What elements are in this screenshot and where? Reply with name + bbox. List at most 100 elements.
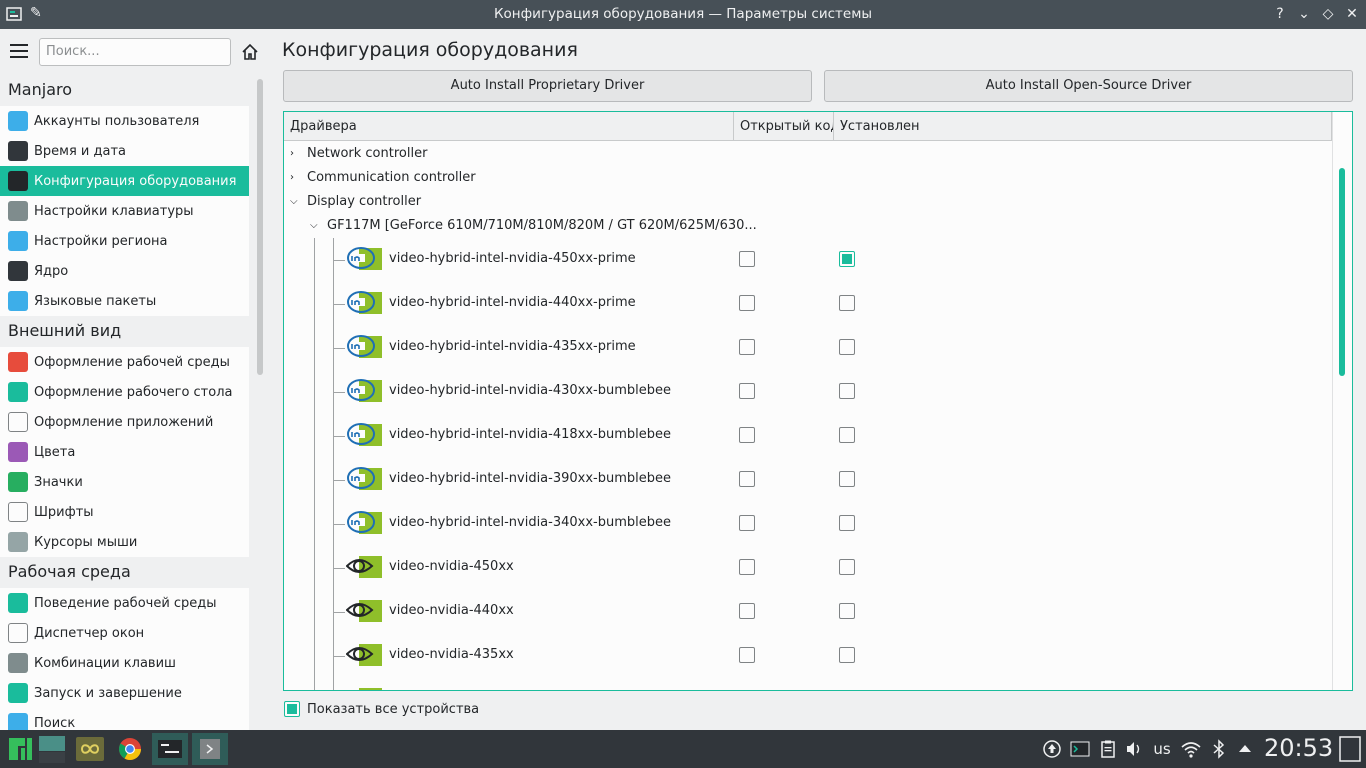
- workspace-theme-icon: [8, 352, 28, 372]
- installed-checkbox[interactable]: [839, 383, 855, 399]
- sidebar-item[interactable]: Комбинации клавиш: [0, 648, 249, 678]
- clock[interactable]: 20:53: [1264, 734, 1333, 762]
- minimize-button[interactable]: ⌄: [1294, 4, 1314, 24]
- system-settings-task-icon[interactable]: [152, 733, 188, 765]
- sidebar-item[interactable]: Оформление рабочего стола: [0, 377, 249, 407]
- auto-install-proprietary-button[interactable]: Auto Install Proprietary Driver: [283, 70, 812, 102]
- driver-row[interactable]: video-nvidia-440xx: [284, 590, 1332, 634]
- sidebar-item[interactable]: Языковые пакеты: [0, 286, 249, 316]
- sidebar-item[interactable]: Поведение рабочей среды: [0, 588, 249, 618]
- terminal-task-icon[interactable]: [192, 733, 228, 765]
- sidebar-item[interactable]: Оформление приложений: [0, 407, 249, 437]
- sidebar-item[interactable]: Запуск и завершение: [0, 678, 249, 708]
- driver-row[interactable]: video-nvidia-435xx: [284, 634, 1332, 678]
- driver-row[interactable]: video-hybrid-intel-nvidia-390xx-bumblebe…: [284, 458, 1332, 502]
- open-source-checkbox[interactable]: [739, 295, 755, 311]
- installed-checkbox[interactable]: [839, 515, 855, 531]
- column-open-source[interactable]: Открытый код: [734, 112, 834, 141]
- chrome-browser-icon[interactable]: [114, 733, 146, 765]
- maximize-button[interactable]: ◇: [1318, 4, 1338, 24]
- pager-icon[interactable]: [38, 733, 68, 765]
- chevron-right-icon[interactable]: ›: [290, 148, 294, 159]
- shortcuts-icon: [8, 653, 28, 673]
- tree-category-row[interactable]: Network controller: [307, 142, 427, 166]
- sidebar-item[interactable]: Значки: [0, 467, 249, 497]
- language-pack-icon: [8, 291, 28, 311]
- open-source-checkbox[interactable]: [739, 515, 755, 531]
- tree-device-row[interactable]: GF117M [GeForce 610M/710M/810M/820M / GT…: [327, 214, 757, 238]
- sidebar-item[interactable]: Конфигурация оборудования: [0, 166, 249, 196]
- infinity-app-icon[interactable]: [74, 733, 106, 765]
- terminal-tray-icon[interactable]: [1070, 739, 1090, 759]
- sidebar-item[interactable]: Диспетчер окон: [0, 618, 249, 648]
- auto-install-opensource-button[interactable]: Auto Install Open-Source Driver: [824, 70, 1353, 102]
- installed-checkbox[interactable]: [839, 647, 855, 663]
- chevron-down-icon[interactable]: ⌵: [290, 196, 298, 207]
- intel-nvidia-driver-icon: [347, 467, 382, 490]
- driver-row[interactable]: video-hybrid-intel-nvidia-418xx-bumblebe…: [284, 414, 1332, 458]
- driver-name: video-hybrid-intel-nvidia-340xx-bumblebe…: [389, 515, 671, 530]
- tree-category-row[interactable]: Communication controller: [307, 166, 476, 190]
- home-icon[interactable]: [240, 42, 260, 62]
- sidebar-item[interactable]: Поиск: [0, 708, 249, 730]
- installed-checkbox[interactable]: [839, 339, 855, 355]
- sidebar-item[interactable]: Оформление рабочей среды: [0, 347, 249, 377]
- close-button[interactable]: ✕: [1342, 4, 1362, 24]
- installed-checkbox[interactable]: [839, 559, 855, 575]
- help-button[interactable]: ?: [1270, 4, 1290, 24]
- update-notifier-icon[interactable]: [1042, 739, 1062, 759]
- open-source-checkbox[interactable]: [739, 339, 755, 355]
- volume-icon[interactable]: [1124, 739, 1144, 759]
- column-drivers[interactable]: Драйвера: [284, 112, 734, 141]
- open-source-checkbox[interactable]: [739, 603, 755, 619]
- driver-row[interactable]: video-hybrid-intel-nvidia-435xx-prime: [284, 326, 1332, 370]
- keyboard-layout-indicator[interactable]: us: [1148, 739, 1176, 759]
- sidebar-item-label: Ядро: [34, 263, 69, 279]
- window-titlebar[interactable]: ✎ Конфигурация оборудования — Параметры …: [0, 0, 1366, 29]
- installed-checkbox[interactable]: [839, 427, 855, 443]
- sidebar-item[interactable]: Аккаунты пользователя: [0, 106, 249, 136]
- column-installed[interactable]: Установлен: [834, 112, 1332, 141]
- sidebar-item-label: Настройки клавиатуры: [34, 203, 194, 219]
- sidebar-item[interactable]: Курсоры мыши: [0, 527, 249, 557]
- show-all-devices-checkbox[interactable]: Показать все устройства: [284, 700, 479, 718]
- manjaro-menu-icon[interactable]: [3, 733, 37, 765]
- sidebar-item[interactable]: Шрифты: [0, 497, 249, 527]
- tree-category-row[interactable]: Display controller: [307, 190, 421, 214]
- hamburger-menu-icon[interactable]: [10, 44, 28, 58]
- open-source-checkbox[interactable]: [739, 647, 755, 663]
- sidebar-item[interactable]: Время и дата: [0, 136, 249, 166]
- open-source-checkbox[interactable]: [739, 471, 755, 487]
- show-desktop-icon[interactable]: [1338, 735, 1362, 763]
- app-style-icon: [8, 412, 28, 432]
- bluetooth-icon[interactable]: [1210, 739, 1228, 759]
- installed-checkbox[interactable]: [839, 603, 855, 619]
- tray-expand-icon[interactable]: [1236, 739, 1254, 759]
- installed-checkbox[interactable]: [839, 471, 855, 487]
- show-all-checkbox-box[interactable]: [284, 701, 300, 717]
- installed-checkbox[interactable]: [839, 251, 855, 267]
- driver-name: video-nvidia-435xx: [389, 647, 514, 662]
- installed-checkbox[interactable]: [839, 295, 855, 311]
- chevron-right-icon[interactable]: ›: [290, 172, 294, 183]
- clipboard-icon[interactable]: [1098, 739, 1118, 759]
- sidebar-item[interactable]: Ядро: [0, 256, 249, 286]
- open-source-checkbox[interactable]: [739, 251, 755, 267]
- drivers-tree[interactable]: Драйвера Открытый код Установлен › Networ…: [283, 111, 1353, 691]
- sidebar-item[interactable]: Настройки региона: [0, 226, 249, 256]
- driver-row[interactable]: video-hybrid-intel-nvidia-430xx-bumblebe…: [284, 370, 1332, 414]
- sidebar-item[interactable]: Цвета: [0, 437, 249, 467]
- search-input[interactable]: Поиск...: [39, 38, 231, 66]
- driver-row[interactable]: video-hybrid-intel-nvidia-440xx-prime: [284, 282, 1332, 326]
- driver-row[interactable]: video-hybrid-intel-nvidia-340xx-bumblebe…: [284, 502, 1332, 546]
- driver-row[interactable]: video-hybrid-intel-nvidia-450xx-prime: [284, 238, 1332, 282]
- open-source-checkbox[interactable]: [739, 559, 755, 575]
- chevron-down-icon[interactable]: ⌵: [310, 220, 318, 231]
- wifi-icon[interactable]: [1180, 739, 1202, 759]
- tree-scrollbar-thumb[interactable]: [1339, 168, 1345, 376]
- sidebar-item[interactable]: Настройки клавиатуры: [0, 196, 249, 226]
- open-source-checkbox[interactable]: [739, 427, 755, 443]
- open-source-checkbox[interactable]: [739, 383, 755, 399]
- sidebar-scrollbar[interactable]: [257, 79, 263, 375]
- driver-row[interactable]: video-nvidia-450xx: [284, 546, 1332, 590]
